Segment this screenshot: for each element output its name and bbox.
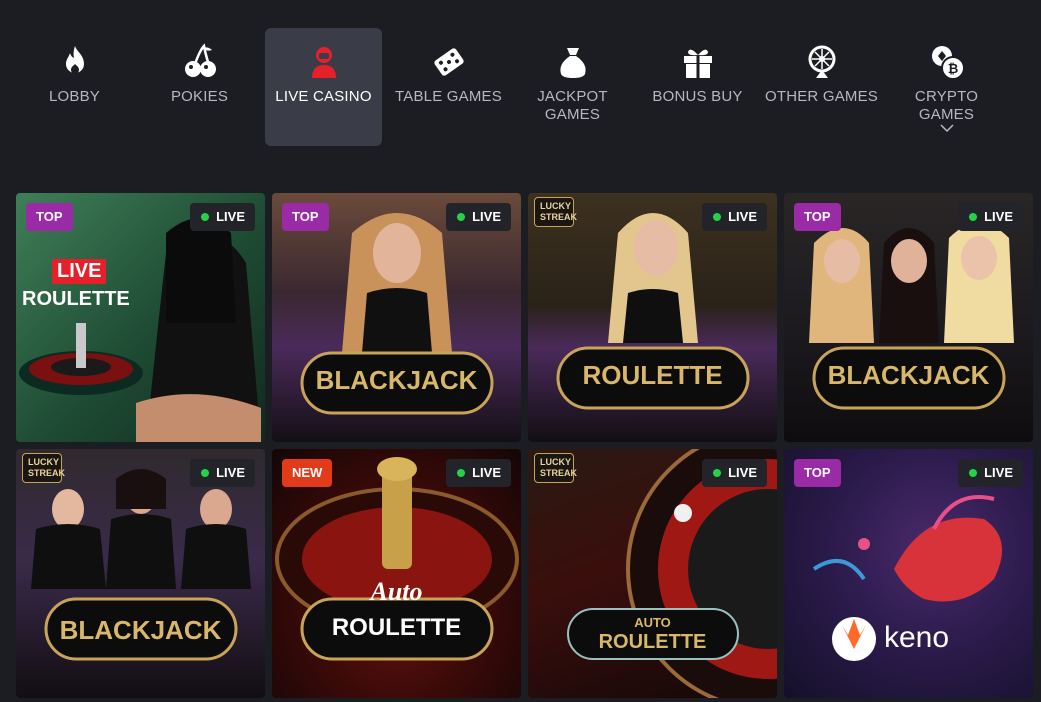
game-tile-auto-roulette[interactable]: Auto ROULETTE NEW LIVE <box>272 449 521 698</box>
game-tile-auto-roulette[interactable]: AUTO ROULETTE LUCKY STREAK LIVE <box>528 449 777 698</box>
game-title: ROULETTE <box>22 288 130 310</box>
live-label: LIVE <box>472 209 501 224</box>
game-title: ROULETTE <box>331 614 462 641</box>
game-title-top: AUTO <box>634 615 671 630</box>
game-title: keno <box>884 621 950 654</box>
nav-item-lobby[interactable]: LOBBY <box>16 28 133 146</box>
live-label: LIVE <box>728 465 757 480</box>
badge-new: NEW <box>282 459 333 487</box>
game-title-top: LIVE <box>52 259 107 284</box>
live-dot <box>969 213 978 221</box>
fire-icon <box>65 46 84 74</box>
live-indicator: LIVE <box>190 203 255 231</box>
live-dot <box>969 469 978 477</box>
wheel-icon <box>808 45 835 78</box>
badge-top: TOP <box>282 203 329 231</box>
game-tile-blackjack[interactable]: BLACKJACK TOP LIVE <box>272 193 521 442</box>
live-dot <box>713 213 722 221</box>
dice-card-icon <box>433 48 464 76</box>
game-tile-live-roulette[interactable]: LIVE ROULETTE TOP LIVE <box>16 193 265 442</box>
live-label: LIVE <box>472 465 501 480</box>
nav-label: JACKPOT GAMES <box>537 88 608 123</box>
live-dot <box>457 469 466 477</box>
game-title-top: Auto <box>370 577 423 606</box>
live-label: LIVE <box>216 465 245 480</box>
nav-label: BONUS BUY <box>652 88 743 105</box>
live-indicator: LIVE <box>702 203 767 231</box>
nav-item-pokies[interactable]: POKIES <box>141 28 258 146</box>
live-indicator: LIVE <box>446 203 511 231</box>
game-tile-blackjack[interactable]: BLACKJACK LUCKY STREAK LIVE <box>16 449 265 698</box>
nav-label: POKIES <box>170 88 229 105</box>
game-tile-roulette[interactable]: ROULETTE LUCKY STREAK LIVE <box>528 193 777 442</box>
nav-label: LOBBY <box>48 88 101 105</box>
nav-label: TABLE GAMES <box>395 88 502 105</box>
live-label: LIVE <box>984 465 1013 480</box>
svg-text:₿: ₿ <box>947 61 958 76</box>
money-bag-icon <box>559 48 586 78</box>
nav-label: LIVE CASINO <box>275 88 372 105</box>
game-tile-blackjack[interactable]: BLACKJACK TOP LIVE <box>784 193 1033 442</box>
live-indicator: LIVE <box>702 459 767 487</box>
live-dot <box>713 469 722 477</box>
live-indicator: LIVE <box>958 459 1023 487</box>
badge-top: TOP <box>794 203 841 231</box>
live-label: LIVE <box>216 209 245 224</box>
badge-top: TOP <box>794 459 841 487</box>
live-dot <box>201 213 210 221</box>
dealer-icon <box>311 47 336 78</box>
game-title: BLACKJACK <box>59 615 222 645</box>
badge-lucky-streak: LUCKY STREAK <box>534 453 577 483</box>
live-indicator: LIVE <box>190 459 255 487</box>
live-label: LIVE <box>728 209 757 224</box>
game-tile-keno[interactable]: keno TOP LIVE <box>784 449 1033 698</box>
crypto-coins-icon: ₿ <box>931 46 965 80</box>
nav-label: CRYPTO GAMES <box>914 88 979 123</box>
nav-item-crypto-games[interactable]: ₿ CRYPTO GAMES <box>888 28 1005 146</box>
gift-icon <box>683 49 712 78</box>
nav-item-jackpot-games[interactable]: JACKPOT GAMES <box>514 28 631 146</box>
chevron-down-icon[interactable] <box>939 124 954 132</box>
game-title: ROULETTE <box>582 360 723 390</box>
nav-item-live-casino[interactable]: LIVE CASINO <box>265 28 382 146</box>
nav-item-bonus-buy[interactable]: BONUS BUY <box>639 28 756 146</box>
nav-label: OTHER GAMES <box>764 88 879 105</box>
nav-item-table-games[interactable]: TABLE GAMES <box>390 28 507 146</box>
game-title: BLACKJACK <box>827 360 990 390</box>
live-indicator: LIVE <box>958 203 1023 231</box>
live-dot <box>457 213 466 221</box>
badge-lucky-streak: LUCKY STREAK <box>22 453 65 483</box>
game-title: ROULETTE <box>598 631 707 653</box>
badge-top: TOP <box>26 203 73 231</box>
nav-item-other-games[interactable]: OTHER GAMES <box>763 28 880 146</box>
live-dot <box>201 469 210 477</box>
cherries-icon <box>184 43 216 77</box>
live-indicator: LIVE <box>446 459 511 487</box>
badge-lucky-streak: LUCKY STREAK <box>534 197 577 227</box>
category-nav: LOBBY POKIES LIVE CASINO TABLE GAMES JAC… <box>0 0 1041 170</box>
game-title: BLACKJACK <box>315 365 478 395</box>
live-label: LIVE <box>984 209 1013 224</box>
